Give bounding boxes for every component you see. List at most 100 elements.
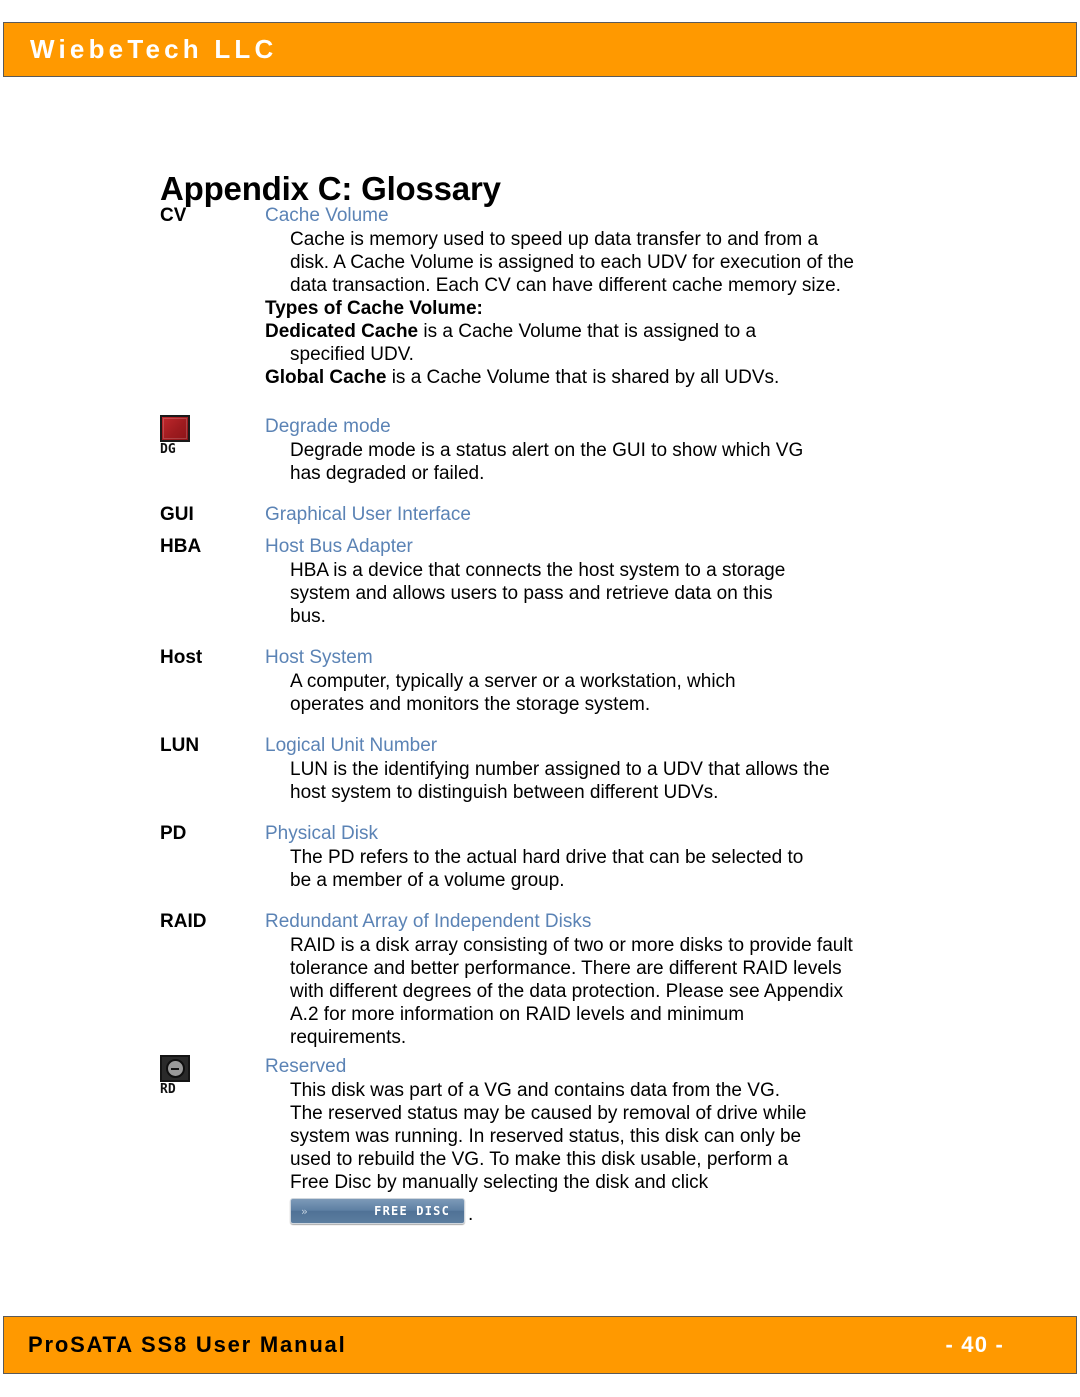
definition-line: This disk was part of a VG and contains … [290,1080,781,1101]
free-disc-button-label: FREE DISC [374,1204,450,1218]
definition-body-host: A computer, typically a server or a work… [265,670,900,716]
definition-line: HBA is a device that connects the host s… [290,560,786,581]
dedicated-cache-text-emphasis: Dedicated Cache [265,321,419,342]
definition-line: bus. [290,606,326,627]
definition-line: be a member of a volume group. [290,870,565,891]
definition-extra-cv: Types of Cache Volume: Dedicated Cache i… [265,297,900,389]
definition-title-pd: Physical Disk [265,823,378,844]
global-cache-text: Global Cache is a Cache Volume that is s… [265,367,780,388]
trailing-period: . [468,1204,474,1225]
definition-body-lun: LUN is the identifying number assigned t… [265,758,900,804]
term-column: Host [0,646,265,669]
dedicated-cache-text: Dedicated Cache is a Cache Volume that i… [265,321,757,342]
glossary-entry-host: Host Host System A computer, typically a… [0,646,1080,716]
manual-title: ProSATA SS8 User Manual [28,1332,347,1357]
term-column: RAID [0,910,265,933]
definition-title-reserved: Reserved [265,1056,347,1077]
definition-column: Reserved This disk was part of a VG and … [265,1055,1080,1224]
term-column: DG [0,415,265,457]
definition-line: data transaction. Each CV can have diffe… [290,275,841,296]
definition-line: operates and monitors the storage system… [290,694,651,715]
term-column: GUI [0,503,265,526]
glossary-entry-cv: CV Cache Volume Cache is memory used to … [0,204,1080,389]
definition-title-hba: Host Bus Adapter [265,536,413,557]
definition-column: Physical Disk The PD refers to the actua… [265,822,1080,892]
free-disc-button[interactable]: » FREE DISC [290,1198,465,1224]
glossary-entry-degrade-mode: DG Degrade mode Degrade mode is a status… [0,415,1080,485]
reserved-icon-disc-glyph [165,1059,185,1078]
dedicated-cache-line: Dedicated Cache is a Cache Volume that i… [265,320,900,343]
free-disc-button-row: » FREE DISC . [265,1198,900,1224]
glossary-entry-hba: HBA Host Bus Adapter HBA is a device tha… [0,535,1080,628]
term-label-hba: HBA [160,536,202,557]
company-name: WiebeTech LLC [30,34,278,64]
definition-body-cv: Cache is memory used to speed up data tr… [265,228,900,297]
definition-line: Degrade mode is a status alert on the GU… [290,440,804,461]
page-number: - 40 - [945,1332,1004,1357]
definition-body-pd: The PD refers to the actual hard drive t… [265,846,900,892]
page-title: Appendix C: Glossary [160,170,501,208]
glossary-list: CV Cache Volume Cache is memory used to … [0,204,1080,1224]
definition-body-degrade-mode: Degrade mode is a status alert on the GU… [265,439,900,485]
global-cache-text-emphasis: Global Cache [265,367,387,388]
definition-line: requirements. [290,1027,407,1048]
definition-line: with different degrees of the data prote… [290,981,844,1002]
term-column: HBA [0,535,265,558]
reserved-icon: RD [160,1055,192,1097]
dedicated-cache-line-2: specified UDV. [290,344,414,365]
definition-line: tolerance and better performance. There … [290,958,842,979]
term-label-gui: GUI [160,504,194,525]
definition-column: Host Bus Adapter HBA is a device that co… [265,535,1080,628]
definition-title-cv: Cache Volume [265,205,389,226]
definition-body-reserved: This disk was part of a VG and contains … [265,1079,900,1194]
glossary-entry-lun: LUN Logical Unit Number LUN is the ident… [0,734,1080,804]
definition-line: The reserved status may be caused by rem… [290,1103,807,1124]
reserved-icon-square [160,1055,190,1082]
chevron-right-icon: » [301,1204,308,1218]
page-footer-band: ProSATA SS8 User Manual - 40 - [3,1316,1077,1374]
definition-line: system and allows users to pass and retr… [290,583,773,604]
term-label-lun: LUN [160,735,200,756]
definition-line: host system to distinguish between diffe… [290,782,719,803]
term-label-cv: CV [160,205,187,226]
degrade-mode-icon-square [160,415,190,442]
term-column: PD [0,822,265,845]
definition-title-lun: Logical Unit Number [265,735,438,756]
degrade-mode-icon-code: DG [160,442,176,457]
definition-line: Cache is memory used to speed up data tr… [290,229,819,250]
definition-column: Cache Volume Cache is memory used to spe… [265,204,1080,389]
definition-column: Degrade mode Degrade mode is a status al… [265,415,1080,485]
definition-column: Logical Unit Number LUN is the identifyi… [265,734,1080,804]
definition-line: has degraded or failed. [290,463,485,484]
cache-types-heading: Types of Cache Volume: [265,297,900,320]
definition-title-raid: Redundant Array of Independent Disks [265,911,592,932]
term-column: CV [0,204,265,227]
definition-line: LUN is the identifying number assigned t… [290,759,830,780]
definition-line: A.2 for more information on RAID levels … [290,1004,745,1025]
definition-line: The PD refers to the actual hard drive t… [290,847,804,868]
definition-line: Free Disc by manually selecting the disk… [290,1172,709,1193]
definition-column: Graphical User Interface [265,503,1080,527]
definition-body-raid: RAID is a disk array consisting of two o… [265,934,900,1049]
term-column: RD [0,1055,265,1097]
reserved-icon-code: RD [160,1082,176,1097]
term-label-host: Host [160,647,203,668]
term-label-raid: RAID [160,911,207,932]
degrade-mode-icon: DG [160,415,192,457]
glossary-entry-gui: GUI Graphical User Interface [0,503,1080,527]
definition-line: disk. A Cache Volume is assigned to each… [290,252,854,273]
glossary-entry-pd: PD Physical Disk The PD refers to the ac… [0,822,1080,892]
glossary-entry-raid: RAID Redundant Array of Independent Disk… [0,910,1080,1049]
term-column: LUN [0,734,265,757]
definition-body-hba: HBA is a device that connects the host s… [265,559,900,628]
global-cache-line: Global Cache is a Cache Volume that is s… [265,366,900,389]
definition-title-gui: Graphical User Interface [265,504,471,525]
definition-title-degrade-mode: Degrade mode [265,416,391,437]
